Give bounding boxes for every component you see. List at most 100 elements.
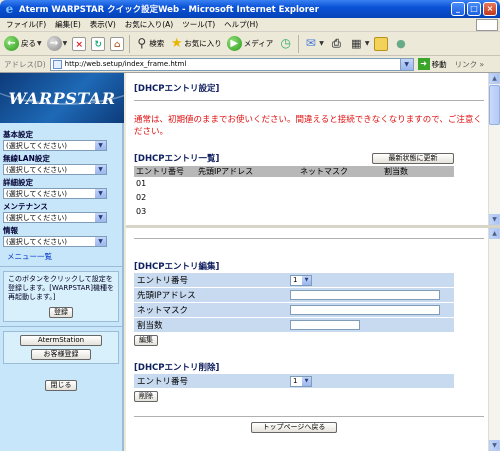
select-value: (選択してください) bbox=[6, 141, 68, 150]
edit-button[interactable]: 編集 bbox=[134, 335, 158, 346]
windows-logo-icon bbox=[476, 19, 498, 31]
mail-icon: ✉ bbox=[305, 36, 316, 50]
close-window-button[interactable]: × bbox=[483, 2, 497, 16]
edit-form: エントリ番号 1 ▼ 先頭IPアドレス ネットマスク 割当数 bbox=[134, 273, 454, 333]
scroll-up-icon[interactable]: ▲ bbox=[489, 73, 500, 84]
menu-help[interactable]: ヘルプ(H) bbox=[224, 19, 258, 30]
column-header: エントリ番号 bbox=[136, 167, 184, 176]
select-value: (選択してください) bbox=[6, 237, 68, 246]
back-arrow-icon: ← bbox=[4, 36, 19, 51]
history-button[interactable]: ◷ bbox=[278, 36, 293, 51]
refresh-list-button[interactable]: 最新状態に更新 bbox=[372, 153, 454, 164]
favorites-button[interactable]: ★ お気に入り bbox=[169, 36, 222, 51]
chevron-down-icon: ▼ bbox=[302, 275, 311, 285]
scroll-down-icon[interactable]: ▼ bbox=[489, 214, 500, 225]
info-select[interactable]: (選択してください) ▼ bbox=[3, 236, 107, 247]
favorites-label: お気に入り bbox=[184, 39, 222, 48]
field-label: 割当数 bbox=[137, 321, 163, 331]
edit-page-button[interactable]: ▦ ▼ bbox=[349, 36, 370, 51]
wireless-settings-select[interactable]: (選択してください) ▼ bbox=[3, 164, 107, 175]
select-value: (選択してください) bbox=[6, 189, 68, 198]
chevron-down-icon: ▼ bbox=[95, 213, 106, 222]
allocation-count-input[interactable] bbox=[290, 320, 360, 330]
entry-number-row: エントリ番号 1 ▼ bbox=[134, 273, 454, 288]
maximize-button[interactable]: □ bbox=[467, 2, 481, 16]
field-label: エントリ番号 bbox=[137, 377, 189, 387]
scroll-down-icon[interactable]: ▼ bbox=[489, 440, 500, 451]
column-header: 先頭IPアドレス bbox=[198, 167, 254, 176]
delete-button[interactable]: 削除 bbox=[134, 391, 158, 402]
bottom-frame-scrollbar[interactable]: ▲ ▼ bbox=[488, 228, 500, 451]
folder-button[interactable] bbox=[374, 36, 389, 51]
register-note: このボタンをクリックして設定を登録します。[WARPSTAR]機種を再起動します… bbox=[8, 275, 115, 301]
customer-register-button[interactable]: お客様登録 bbox=[31, 349, 91, 360]
links-button[interactable]: リンク » bbox=[455, 59, 484, 70]
menu-edit[interactable]: 編集(E) bbox=[55, 19, 81, 30]
menu-favorites[interactable]: お気に入り(A) bbox=[125, 19, 173, 30]
toolbar: ← 戻る ▼ → ▼ × ↻ ⌂ ⚲ 検索 ★ お気に入り ▶ メディア ◷ ✉… bbox=[0, 32, 500, 56]
mail-button[interactable]: ✉ ▼ bbox=[303, 36, 324, 51]
address-label: アドレス(D) bbox=[4, 59, 46, 69]
advanced-settings-label: 詳細設定 bbox=[3, 178, 33, 187]
window-title: Aterm WARPSTAR クイック設定Web - Microsoft Int… bbox=[19, 5, 319, 15]
links-label: リンク bbox=[454, 59, 478, 69]
refresh-button[interactable]: ↻ bbox=[91, 36, 106, 51]
forward-button[interactable]: → ▼ bbox=[46, 36, 67, 51]
go-button[interactable]: ➜ 移動 bbox=[417, 58, 447, 70]
stop-button[interactable]: × bbox=[72, 36, 87, 51]
chevron-down-icon: ▼ bbox=[95, 189, 106, 198]
chevron-down-icon: ▼ bbox=[95, 141, 106, 150]
divider bbox=[0, 266, 122, 267]
folder-icon bbox=[374, 36, 389, 51]
maintenance-select[interactable]: (選択してください) ▼ bbox=[3, 212, 107, 223]
scroll-thumb[interactable] bbox=[489, 85, 500, 125]
top-frame-scrollbar[interactable]: ▲ ▼ bbox=[488, 73, 500, 225]
print-button[interactable]: ⎙ bbox=[329, 36, 344, 51]
home-button[interactable]: ⌂ bbox=[110, 36, 125, 51]
register-button[interactable]: 登録 bbox=[49, 307, 73, 318]
table-row: 02 bbox=[136, 193, 147, 202]
register-box: このボタンをクリックして設定を登録します。[WARPSTAR]機種を再起動します… bbox=[3, 271, 119, 322]
field-label: ネットマスク bbox=[137, 306, 189, 316]
search-icon: ⚲ bbox=[137, 36, 147, 50]
home-icon: ⌂ bbox=[110, 36, 125, 51]
menu-bar: ファイル(F) 編集(E) 表示(V) お気に入り(A) ツール(T) ヘルプ(… bbox=[0, 18, 500, 32]
basic-settings-select[interactable]: (選択してください) ▼ bbox=[3, 140, 107, 151]
minimize-button[interactable]: _ bbox=[451, 2, 465, 16]
search-button[interactable]: ⚲ 検索 bbox=[134, 36, 164, 51]
menu-file[interactable]: ファイル(F) bbox=[6, 19, 46, 30]
menu-list-link[interactable]: メニュー一覧 bbox=[7, 251, 119, 262]
wireless-settings-label: 無線LAN設定 bbox=[3, 154, 50, 163]
start-ip-input[interactable] bbox=[290, 290, 440, 300]
delete-heading: [DHCPエントリ削除] bbox=[134, 363, 220, 373]
close-button[interactable]: 閉じる bbox=[45, 380, 77, 391]
forward-arrow-icon: → bbox=[46, 36, 62, 51]
media-button[interactable]: ▶ メディア bbox=[226, 36, 274, 51]
menu-tools[interactable]: ツール(T) bbox=[182, 19, 215, 30]
address-input[interactable]: http://web.setup/index_frame.html ▼ bbox=[49, 57, 414, 71]
page-icon bbox=[52, 59, 62, 69]
media-label: メディア bbox=[243, 39, 274, 48]
chevron-down-icon: ▼ bbox=[364, 40, 370, 47]
address-dropdown-button[interactable]: ▼ bbox=[399, 58, 413, 70]
chevron-down-icon: ▼ bbox=[302, 376, 311, 386]
entry-number-select[interactable]: 1 ▼ bbox=[290, 274, 312, 286]
aterm-station-button[interactable]: AtermStation bbox=[20, 335, 102, 346]
delete-entry-select[interactable]: 1 ▼ bbox=[290, 375, 312, 387]
netmask-input[interactable] bbox=[290, 305, 440, 315]
stop-icon: × bbox=[72, 36, 87, 51]
chevron-down-icon: ▼ bbox=[95, 237, 106, 246]
toolbar-separator bbox=[129, 34, 131, 53]
back-button[interactable]: ← 戻る ▼ bbox=[4, 36, 42, 51]
maintenance-label: メンテナンス bbox=[3, 202, 48, 211]
scroll-up-icon[interactable]: ▲ bbox=[489, 228, 500, 239]
advanced-settings-select[interactable]: (選択してください) ▼ bbox=[3, 188, 107, 199]
select-value: (選択してください) bbox=[6, 213, 68, 222]
menu-view[interactable]: 表示(V) bbox=[90, 19, 116, 30]
warpstar-logo: WARPSTAR bbox=[0, 73, 124, 123]
dhcp-list-frame: [DHCPエントリ設定] 通常は、初期値のままでお使いください。間違えると接続で… bbox=[126, 73, 500, 228]
back-to-top-button[interactable]: トップページへ戻る bbox=[251, 422, 337, 433]
chevron-down-icon: ▼ bbox=[319, 40, 324, 47]
messenger-button[interactable]: ● bbox=[393, 36, 408, 51]
table-header: エントリ番号 先頭IPアドレス ネットマスク 割当数 bbox=[134, 166, 454, 177]
